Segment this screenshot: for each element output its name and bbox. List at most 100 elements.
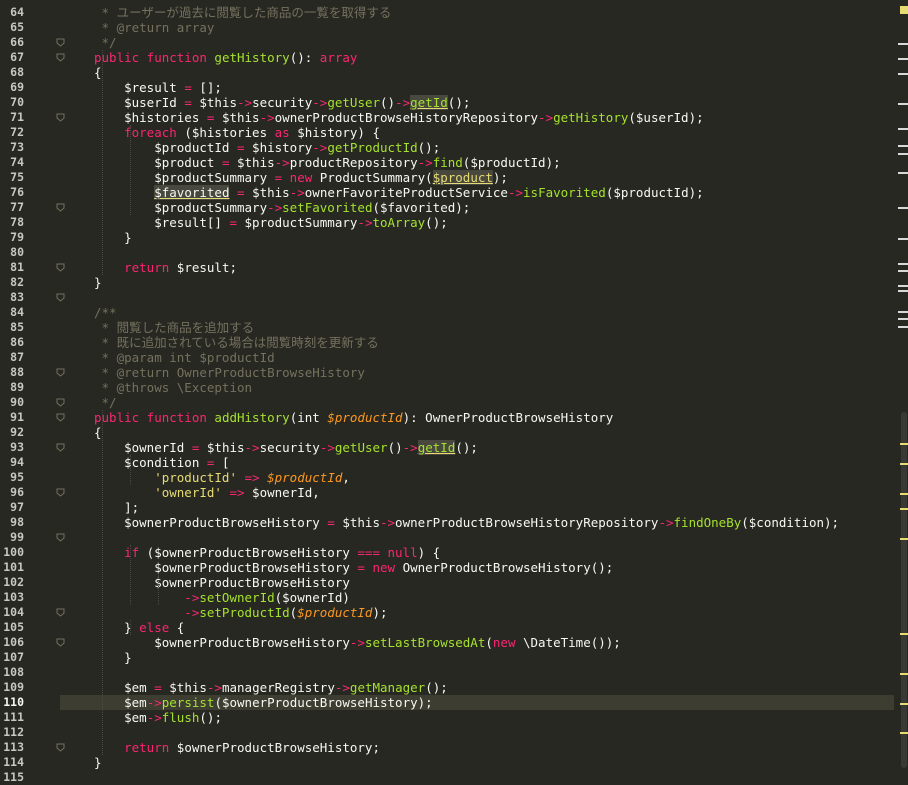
code-line[interactable]: $ownerProductBrowseHistory [94,575,350,590]
code-line[interactable]: $result[] = $productSummary->toArray(); [94,215,448,230]
line-number: 81 [10,260,24,274]
code-token: (); [425,680,448,695]
line-number: 111 [3,710,24,724]
code-line[interactable]: $histories = $this->ownerProductBrowseHi… [94,110,704,125]
code-line[interactable]: $ownerId = $this->security->getUser()->g… [94,440,478,455]
indent-guide [102,50,103,275]
code-line[interactable]: foreach ($histories as $history) { [94,125,380,140]
code-token: new [492,635,516,650]
code-token: $productId [267,470,343,485]
indent-guide [102,410,103,755]
code-token: -> [94,590,200,605]
code-line[interactable]: * @return OwnerProductBrowseHistory [94,365,365,380]
code-line[interactable]: ->setOwnerId($ownerId) [94,590,350,605]
line-number: 88 [10,365,24,379]
code-line[interactable]: $ownerProductBrowseHistory = $this->owne… [94,515,839,530]
code-token: array [319,50,358,65]
code-token: $history) { [289,125,381,140]
code-line[interactable]: } [94,275,102,290]
code-line[interactable]: $result = []; [94,80,222,95]
code-token: getId [410,95,448,110]
line-number: 70 [10,95,24,109]
code-line[interactable]: */ [94,395,117,410]
code-line[interactable]: 'productId' => $productId, [94,470,350,485]
code-line[interactable]: { [94,65,102,80]
code-token: if [94,545,140,560]
code-token: persist [161,695,215,710]
scrollbar-marker [898,128,908,130]
scrollbar-marker [898,318,908,320]
code-line[interactable]: /** [94,305,117,320]
line-number: 67 [10,50,24,64]
code-line[interactable]: ->setProductId($productId); [94,605,387,620]
code-token: ); [492,170,508,185]
code-token: = [154,680,162,695]
code-line[interactable]: 'ownerId' => $ownerId, [94,485,320,500]
code-token: * @param int $productId [94,350,275,365]
code-line[interactable]: return $ownerProductBrowseHistory; [94,740,380,755]
code-line[interactable]: } [94,755,102,770]
vertical-scrollbar[interactable] [894,0,908,771]
code-line[interactable]: $ownerProductBrowseHistory->setLastBrows… [94,635,621,650]
code-token: = [237,140,245,155]
code-line[interactable]: */ [94,35,117,50]
line-number: 68 [10,65,24,79]
code-line[interactable]: } [94,230,132,245]
code-line[interactable]: public function addHistory(int $productI… [94,410,613,425]
line-number: 101 [3,560,24,574]
scrollbar-marker [900,493,908,495]
line-number: 114 [3,755,24,769]
code-token: -> [146,710,162,725]
code-line[interactable]: } else { [94,620,184,635]
code-line[interactable]: $em->flush(); [94,710,222,725]
code-line[interactable]: $favorited = $this->ownerFavoriteProduct… [94,185,704,200]
code-line[interactable]: $productSummary->setFavorited($favorited… [94,200,470,215]
code-editor[interactable]: 64 65 66 67 68 69 70 71 72 73 74 75 76 77 78 79 80 81 82 83… [0,0,908,784]
code-line[interactable]: * @param int $productId [94,350,275,365]
code-line[interactable]: ]; [94,500,139,515]
code-line[interactable]: return $result; [94,260,237,275]
code-token: $histories [94,110,207,125]
code-line[interactable]: $userId = $this->security->getUser()->ge… [94,95,470,110]
line-number: 69 [10,80,24,94]
line-number: 79 [10,230,24,244]
code-token: public function [94,50,215,65]
code-line[interactable]: * 閲覧した商品を追加する [94,320,255,335]
scrollbar-marker [900,538,908,540]
code-token: ownerProductBrowseHistoryRepository [395,515,659,530]
code-line[interactable]: $productId = $history->getProductId(); [94,140,440,155]
code-token: setProductId [199,605,290,620]
line-number: 104 [3,605,24,619]
line-number: 87 [10,350,24,364]
code-line[interactable]: * 既に追加されている場合は閲覧時刻を更新する [94,335,379,350]
code-line[interactable]: * @return array [94,20,215,35]
code-line[interactable]: $em = $this->managerRegistry->getManager… [94,680,448,695]
code-token: -> [417,155,433,170]
scrollbar-marker [898,290,908,292]
scrollbar-marker [900,463,908,465]
code-line[interactable]: $ownerProductBrowseHistory = new OwnerPr… [94,560,613,575]
code-token: * @return OwnerProductBrowseHistory [94,365,365,380]
code-token: ($ownerId) [274,590,350,605]
scrollbar-marker [900,673,908,675]
code-token: return [94,260,170,275]
indent-guide [130,455,131,485]
code-token: (); [417,140,441,155]
scrollbar-thumb[interactable] [901,412,907,768]
code-line[interactable]: $condition = [ [94,455,229,470]
code-token: ownerProductBrowseHistoryRepository [274,110,539,125]
code-token: -> [507,185,524,200]
code-area[interactable]: * ユーザーが過去に閲覧した商品の一覧を取得する * @return array… [60,0,894,771]
code-line[interactable]: if ($ownerProductBrowseHistory === null)… [94,545,440,560]
code-line[interactable]: public function getHistory(): array [94,50,357,65]
line-number: 97 [10,500,24,514]
code-line[interactable]: * @throws \Exception [94,380,253,395]
code-line[interactable]: { [94,425,102,440]
line-number: 98 [10,515,24,529]
code-line[interactable]: $product = $this->productRepository->fin… [94,155,560,170]
code-line[interactable]: } [94,650,132,665]
code-token: = [327,515,335,530]
code-line[interactable]: $em->persist($ownerProductBrowseHistory)… [94,695,433,710]
code-line[interactable]: * ユーザーが過去に閲覧した商品の一覧を取得する [94,5,392,20]
code-line[interactable]: $productSummary = new ProductSummary($pr… [94,170,508,185]
